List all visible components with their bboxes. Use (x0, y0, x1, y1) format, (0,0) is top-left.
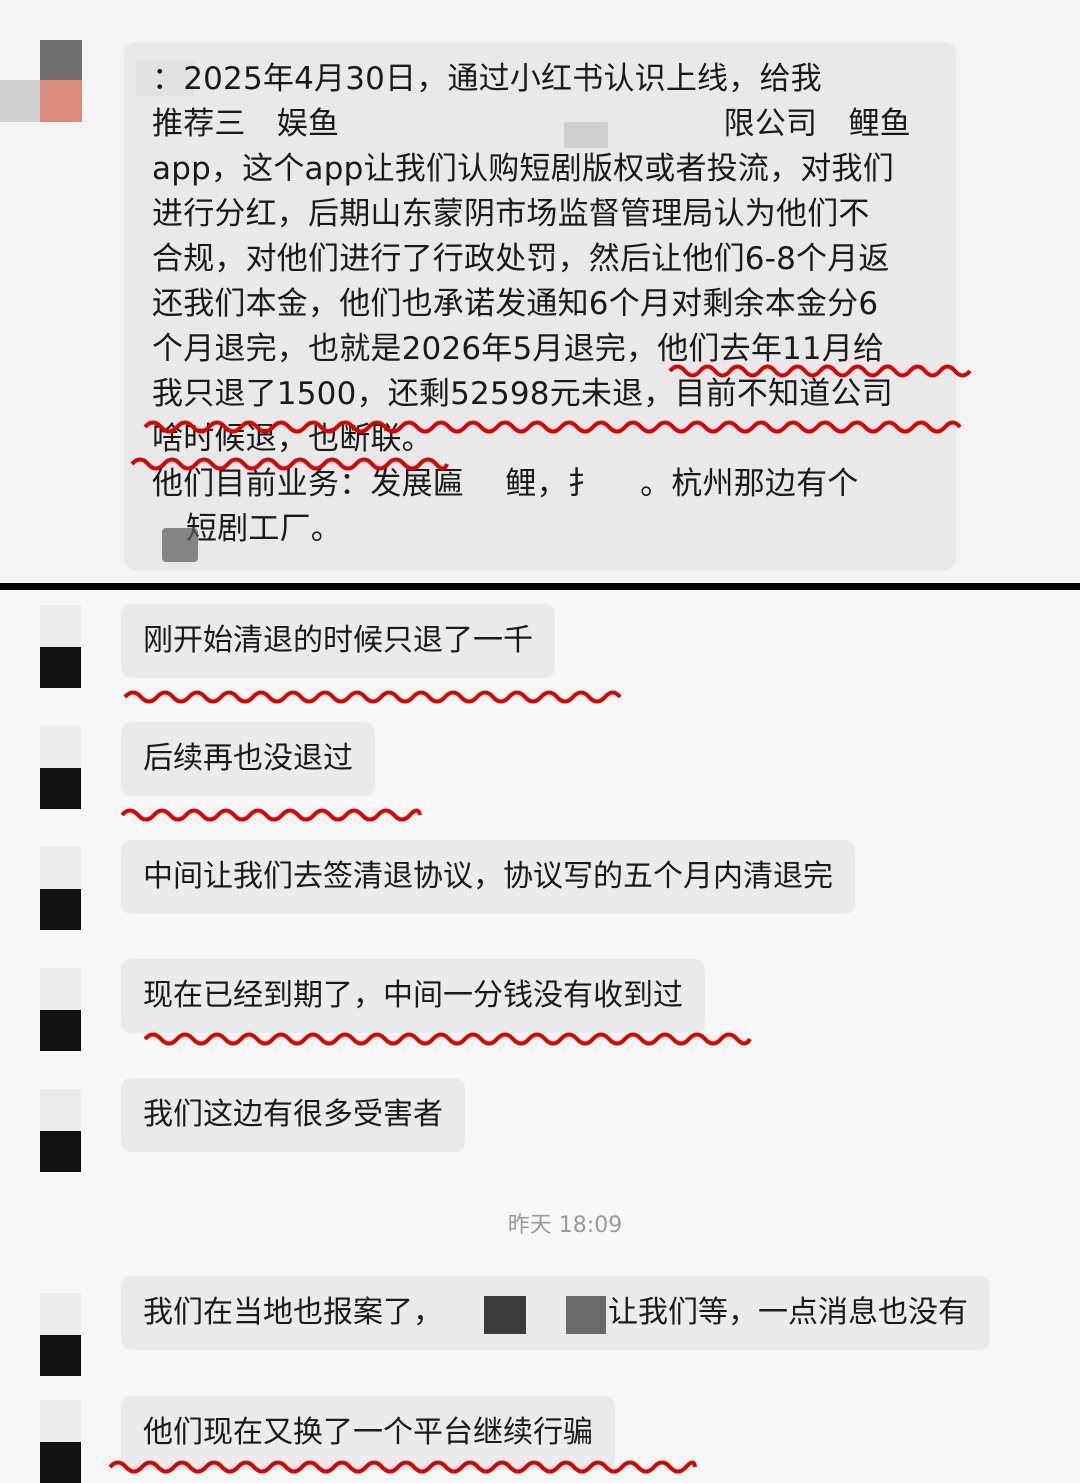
message-bubble[interactable]: 中间让我们去签清退协议，协议写的五个月内清退完 (121, 840, 855, 914)
message-bubble[interactable]: 我们在当地也报案了， 让我们等，一点消息也没有 (121, 1276, 990, 1350)
message-line: 还我们本金，他们也承诺发通知6个月对剩余本金分6 (152, 286, 879, 322)
screenshot-top: ：2025年4月30日，通过小红书认识上线，给我 推荐三 娱鱼 限公司 鲤鱼 a… (0, 0, 1080, 583)
red-underline-annotation (108, 1460, 697, 1474)
blur-mask (566, 1296, 606, 1334)
message-bubble[interactable]: 我们这边有很多受害者 (121, 1078, 465, 1152)
message-line: 短剧工厂。 (186, 511, 342, 547)
message-line: ：2025年4月30日，通过小红书认识上线，给我 (152, 61, 822, 97)
message-line: app，这个app让我们认购短剧版权或者投流，对我们 (152, 151, 894, 187)
red-underline-annotation (143, 1032, 752, 1046)
message-line: 合规，对他们进行了行政处罚，然后让他们6-8个月返 (152, 241, 890, 277)
avatar[interactable] (40, 1293, 81, 1376)
red-underline-annotation (120, 808, 422, 822)
message-bubble-long[interactable]: ：2025年4月30日，通过小红书认识上线，给我 推荐三 娱鱼 限公司 鲤鱼 a… (124, 42, 956, 570)
avatar[interactable] (40, 726, 81, 809)
message-bubble[interactable]: 现在已经到期了，中间一分钱没有收到过 (121, 959, 705, 1033)
avatar[interactable] (40, 1400, 81, 1483)
avatar[interactable] (40, 1089, 81, 1172)
avatar[interactable] (40, 605, 81, 688)
image-divider (0, 583, 1080, 590)
avatar[interactable] (0, 40, 82, 122)
blur-mask (564, 122, 608, 148)
message-line: 进行分红，后期山东蒙阴市场监督管理局认为他们不 (152, 196, 870, 232)
timestamp: 昨天 18:09 (507, 1213, 623, 1238)
avatar[interactable] (40, 847, 81, 930)
avatar[interactable] (40, 968, 81, 1051)
message-line: 推荐三 娱鱼 限公司 鲤鱼 (152, 106, 911, 142)
message-bubble[interactable]: 刚开始清退的时候只退了一千 (121, 604, 555, 678)
red-underline-annotation (143, 420, 962, 434)
blur-mask (162, 528, 198, 562)
red-underline-annotation (668, 364, 972, 378)
red-underline-annotation (130, 457, 449, 471)
blur-mask (484, 1296, 526, 1334)
red-underline-annotation (123, 690, 622, 704)
message-bubble[interactable]: 后续再也没退过 (121, 722, 375, 796)
